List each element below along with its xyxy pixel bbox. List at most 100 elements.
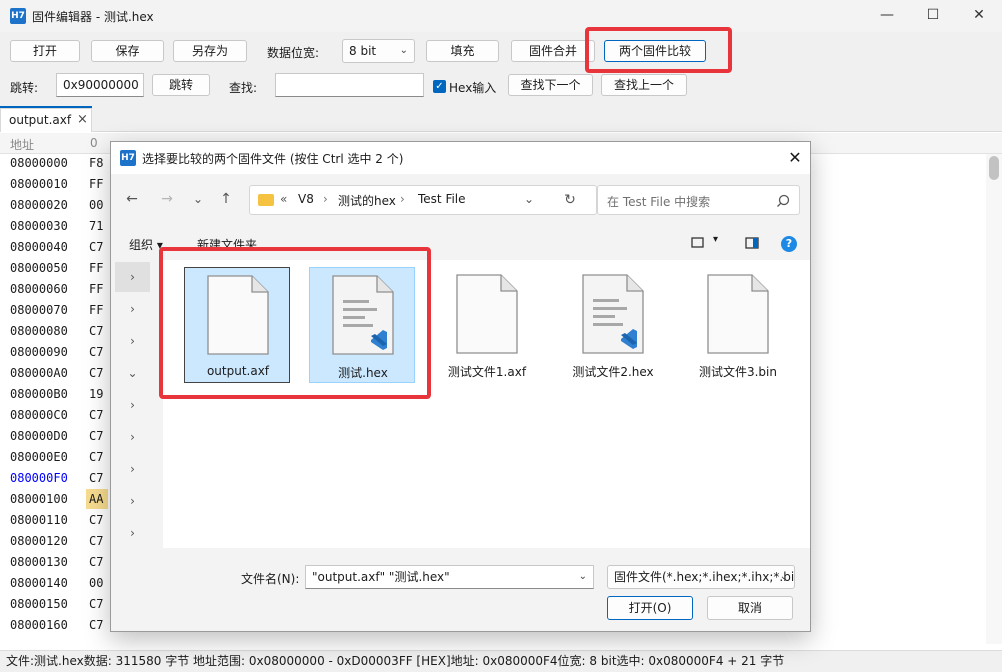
- nav-expand-icon[interactable]: ›: [115, 262, 150, 292]
- up-arrow-icon[interactable]: ↑: [215, 188, 237, 210]
- hex-byte-cell[interactable]: C7: [86, 342, 108, 362]
- back-arrow-icon[interactable]: ←: [121, 188, 143, 210]
- maximize-button[interactable]: ☐: [910, 0, 956, 32]
- hex-byte-cell[interactable]: FF: [86, 300, 108, 320]
- file-name: 测试文件1.axf: [447, 365, 527, 379]
- dialog-close-icon[interactable]: ✕: [783, 146, 807, 170]
- filename-input[interactable]: "output.axf" "测试.hex" ⌄: [305, 565, 594, 589]
- hex-row-address: 080000C0: [10, 408, 68, 422]
- app-icon: H7: [10, 8, 26, 24]
- hex-byte-cell[interactable]: 19: [86, 384, 108, 404]
- open-button[interactable]: 打开: [10, 40, 80, 62]
- find-next-button[interactable]: 查找下一个: [508, 74, 593, 96]
- breadcrumb-separator-icon: ›: [323, 192, 328, 206]
- preview-pane-icon[interactable]: [745, 237, 759, 249]
- forward-arrow-icon[interactable]: →: [156, 188, 178, 210]
- hex-row-address: 080000E0: [10, 450, 68, 464]
- hex-byte-cell[interactable]: FF: [86, 174, 108, 194]
- nav-expand-icon[interactable]: ›: [115, 518, 150, 548]
- breadcrumb-overflow[interactable]: «: [280, 192, 287, 206]
- tab-label: output.axf: [9, 113, 72, 127]
- hex-row-address: 08000100: [10, 492, 68, 506]
- jump-button[interactable]: 跳转: [152, 74, 210, 96]
- data-width-select[interactable]: 8 bit ⌄: [342, 39, 415, 63]
- chevron-down-icon[interactable]: ⌄: [579, 566, 587, 588]
- view-dropdown-icon[interactable]: ▾: [713, 234, 718, 245]
- breadcrumb-test-hex[interactable]: 测试的hex: [338, 192, 396, 209]
- hex-byte-cell[interactable]: 00: [86, 195, 108, 215]
- hex-byte-cell[interactable]: C7: [86, 447, 108, 467]
- hex-byte-cell[interactable]: C7: [86, 468, 108, 488]
- hex-byte-cell[interactable]: FF: [86, 258, 108, 278]
- hex-file-icon: [582, 274, 644, 354]
- breadcrumb-separator-icon: ›: [400, 192, 405, 206]
- save-as-button[interactable]: 另存为: [173, 40, 247, 62]
- hex-byte-cell[interactable]: C7: [86, 237, 108, 257]
- hex-byte-cell[interactable]: C7: [86, 594, 108, 614]
- file-item[interactable]: 测试文件3.bin: [685, 267, 791, 383]
- hex-byte-cell[interactable]: C7: [86, 363, 108, 383]
- nav-collapse-icon[interactable]: ⌄: [115, 358, 150, 388]
- hex-row-address: 08000080: [10, 324, 68, 338]
- hex-byte-cell[interactable]: C7: [86, 405, 108, 425]
- organize-menu[interactable]: 组织 ▾: [129, 236, 163, 253]
- hex-byte-cell[interactable]: C7: [86, 426, 108, 446]
- hex-row-address: 08000090: [10, 345, 68, 359]
- file-item[interactable]: 测试文件2.hex: [560, 267, 666, 383]
- view-mode-icon[interactable]: [691, 237, 705, 249]
- refresh-icon[interactable]: ↻: [555, 185, 585, 215]
- hex-input-checkbox[interactable]: ✓: [433, 80, 446, 93]
- help-icon[interactable]: ?: [781, 236, 797, 252]
- hex-byte-cell[interactable]: C7: [86, 552, 108, 572]
- hex-row-address: 08000070: [10, 303, 68, 317]
- address-column-header: 地址: [10, 138, 35, 152]
- window-title: 固件编辑器 - 测试.hex: [32, 10, 154, 24]
- nav-expand-icon[interactable]: ›: [115, 390, 150, 420]
- nav-expand-icon[interactable]: ›: [115, 422, 150, 452]
- nav-expand-icon[interactable]: ›: [115, 294, 150, 324]
- find-input[interactable]: [275, 73, 424, 97]
- recent-locations-icon[interactable]: ⌄: [187, 188, 209, 210]
- hex-row-address: 08000120: [10, 534, 68, 548]
- hex-byte-cell[interactable]: C7: [86, 321, 108, 341]
- address-bar[interactable]: « V8 › 测试的hex › Test File ⌄: [249, 185, 597, 215]
- dialog-title: 选择要比较的两个固件文件 (按住 Ctrl 选中 2 个): [142, 152, 404, 166]
- tab-output-axf[interactable]: output.axf ×: [0, 108, 92, 132]
- dialog-title-bar: H7 选择要比较的两个固件文件 (按住 Ctrl 选中 2 个) ✕: [111, 142, 810, 174]
- hex-byte-cell[interactable]: F8: [86, 153, 108, 173]
- open-file-button[interactable]: 打开(O): [607, 596, 693, 620]
- search-icon: [777, 194, 790, 207]
- nav-expand-icon[interactable]: ›: [115, 454, 150, 484]
- hex-byte-cell[interactable]: FF: [86, 279, 108, 299]
- fill-button[interactable]: 填充: [426, 40, 499, 62]
- breadcrumb-v8[interactable]: V8: [298, 192, 314, 206]
- chevron-down-icon: ⌄: [399, 45, 408, 56]
- find-prev-button[interactable]: 查找上一个: [601, 74, 687, 96]
- hex-byte-cell[interactable]: 00: [86, 573, 108, 593]
- hex-byte-cell[interactable]: C7: [86, 615, 108, 635]
- breadcrumb-test-file[interactable]: Test File: [418, 192, 466, 206]
- nav-expand-icon[interactable]: ›: [115, 486, 150, 516]
- hex-byte-cell[interactable]: C7: [86, 510, 108, 530]
- save-button[interactable]: 保存: [91, 40, 164, 62]
- file-item[interactable]: 测试文件1.axf: [434, 267, 540, 383]
- tab-active-indicator: [0, 106, 92, 108]
- minimize-button[interactable]: —: [864, 0, 910, 32]
- search-box[interactable]: 在 Test File 中搜索: [597, 185, 800, 215]
- hex-row-address: 08000140: [10, 576, 68, 590]
- file-type-select[interactable]: 固件文件(*.hex;*.ihex;*.ihx;*.bi ⌄: [607, 565, 795, 589]
- generic-file-icon: [456, 274, 518, 354]
- cancel-button[interactable]: 取消: [707, 596, 793, 620]
- hex-row-address: 08000110: [10, 513, 68, 527]
- hex-byte-cell[interactable]: C7: [86, 531, 108, 551]
- tab-close-icon[interactable]: ×: [77, 112, 88, 127]
- nav-expand-icon[interactable]: ›: [115, 326, 150, 356]
- address-dropdown-icon[interactable]: ⌄: [524, 192, 534, 206]
- scrollbar-thumb[interactable]: [989, 156, 999, 180]
- merge-button[interactable]: 固件合并: [511, 40, 595, 62]
- hex-byte-cell[interactable]: AA: [86, 489, 108, 509]
- hex-byte-cell[interactable]: 71: [86, 216, 108, 236]
- vertical-scrollbar[interactable]: [986, 154, 1002, 644]
- close-button[interactable]: ✕: [956, 0, 1002, 32]
- jump-address-input[interactable]: 0x90000000: [56, 73, 144, 97]
